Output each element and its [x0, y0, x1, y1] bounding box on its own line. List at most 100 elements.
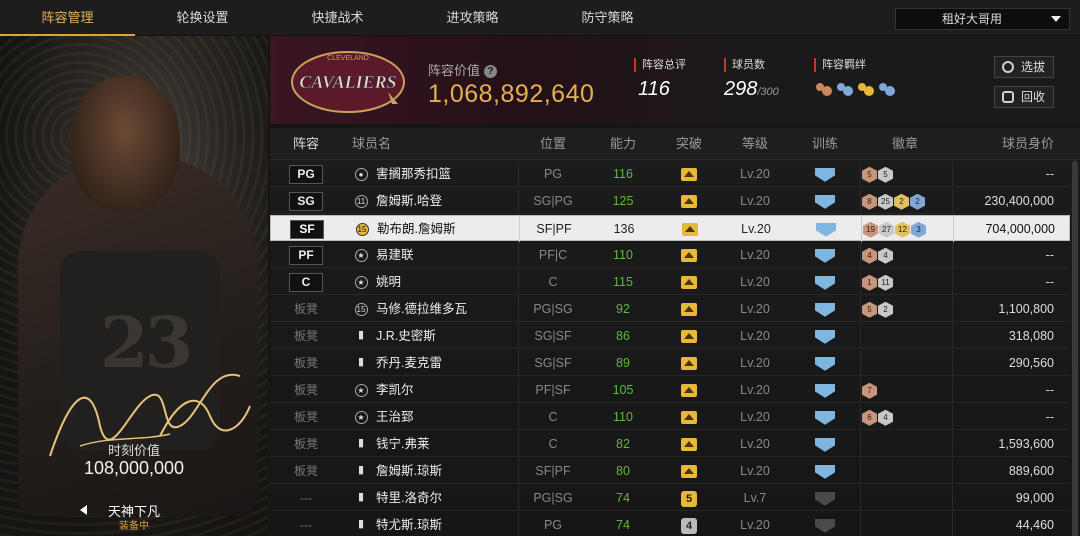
tab-lineup-management[interactable]: 阵容管理 [0, 0, 135, 36]
training-cell[interactable] [790, 296, 860, 322]
slot-cell[interactable]: 板凳 [284, 350, 328, 376]
player-name[interactable]: 詹姆斯.哈登 [376, 188, 516, 214]
training-cell[interactable] [790, 269, 860, 295]
breakthrough-cell[interactable] [657, 216, 723, 242]
training-icon[interactable] [815, 437, 835, 452]
badges-cell[interactable]: 52 [862, 296, 952, 322]
table-row[interactable]: 板凳 ▮ 钱宁.弗莱 C 82 Lv.20 1,593,600 [270, 431, 1070, 457]
badge-icon[interactable]: 7 [862, 382, 877, 399]
badges-cell[interactable]: 19 27 12 3 [863, 216, 953, 242]
badges-cell[interactable] [862, 323, 952, 349]
table-row[interactable]: 板凳 ▮ 乔丹.麦克雷 SG|SF 89 Lv.20 290,560 [270, 350, 1070, 376]
badge-icon[interactable]: 4 [878, 247, 893, 264]
badges-cell[interactable]: 44 [862, 242, 952, 268]
player-name[interactable]: 李凯尔 [376, 377, 516, 403]
badge-icon[interactable]: 2 [878, 301, 893, 318]
training-icon[interactable] [815, 275, 835, 290]
player-name[interactable]: 易建联 [376, 242, 516, 268]
badges-cell[interactable]: 1 11 [862, 269, 952, 295]
header-ability[interactable]: 能力 [590, 128, 656, 160]
badges-cell[interactable]: 55 [862, 161, 952, 187]
table-row[interactable]: PF ★ 易建联 PF|C 110 Lv.20 44 -- [270, 242, 1070, 268]
lineup-select-dropdown[interactable]: 租好大哥用 [895, 8, 1070, 30]
breakthrough-cell[interactable] [656, 431, 722, 457]
badge-icon[interactable]: 2 [910, 193, 925, 210]
player-name[interactable]: 钱宁.弗莱 [376, 431, 516, 457]
training-icon[interactable] [816, 222, 836, 237]
badges-cell[interactable] [862, 350, 952, 376]
table-row[interactable]: SG 11 詹姆斯.哈登 SG|PG 125 Lv.20 8 25 2 2 230,4… [270, 188, 1070, 214]
slot-cell[interactable]: 板凳 [284, 431, 328, 457]
badge-icon[interactable]: 27 [879, 221, 894, 238]
header-breakthrough[interactable]: 突破 [656, 128, 722, 160]
recycle-button[interactable]: 回收 [994, 86, 1054, 108]
header-slot[interactable]: 阵容 [284, 128, 328, 160]
table-row[interactable]: 板凳 ▮ 詹姆斯.琼斯 SF|PF 80 Lv.20 889,600 [270, 458, 1070, 484]
training-cell[interactable] [790, 512, 860, 536]
player-name[interactable]: 詹姆斯.琼斯 [376, 458, 516, 484]
training-icon[interactable] [815, 356, 835, 371]
bond-icon-2[interactable] [835, 80, 854, 99]
player-name[interactable]: 勒布朗.詹姆斯 [377, 216, 517, 242]
bond-icon-4[interactable] [877, 80, 896, 99]
breakthrough-cell[interactable] [656, 161, 722, 187]
tab-quick-tactics[interactable]: 快捷战术 [270, 0, 405, 36]
header-training[interactable]: 训练 [790, 128, 860, 160]
tab-rotation-settings[interactable]: 轮换设置 [135, 0, 270, 36]
slot-cell[interactable]: --- [284, 485, 328, 511]
table-row[interactable]: 板凳 15 马修.德拉维多瓦 PG|SG 92 Lv.20 52 1,100,8… [270, 296, 1070, 322]
badges-cell[interactable]: 8 25 2 2 [862, 188, 952, 214]
training-cell[interactable] [790, 404, 860, 430]
badge-icon[interactable]: 8 [862, 193, 877, 210]
header-player-name[interactable]: 球员名 [352, 128, 452, 160]
player-name[interactable]: 姚明 [376, 269, 516, 295]
training-cell[interactable] [790, 161, 860, 187]
table-row[interactable]: C ★ 姚明 C 115 Lv.20 1 11 -- [270, 269, 1070, 295]
table-row[interactable]: 板凳 ★ 王治郅 C 110 Lv.20 64 -- [270, 404, 1070, 430]
badges-cell[interactable] [862, 458, 952, 484]
badge-icon[interactable]: 12 [895, 221, 910, 238]
training-icon[interactable] [815, 491, 835, 506]
breakthrough-cell[interactable]: 4 [656, 512, 722, 536]
table-row[interactable]: PG ● 害搁那秀扣篮 PG 116 Lv.20 55 -- [270, 161, 1070, 187]
training-cell[interactable] [790, 431, 860, 457]
training-cell[interactable] [790, 323, 860, 349]
breakthrough-cell[interactable] [656, 242, 722, 268]
slot-cell[interactable]: 板凳 [284, 458, 328, 484]
player-card-art[interactable]: 23 时刻价值 108,000,000 天神下凡 装备中 [0, 36, 268, 536]
training-cell[interactable] [791, 216, 861, 242]
training-icon[interactable] [815, 518, 835, 533]
breakthrough-cell[interactable] [656, 188, 722, 214]
slot-cell[interactable]: PG [284, 161, 328, 187]
breakthrough-cell[interactable] [656, 323, 722, 349]
badge-icon[interactable]: 5 [878, 166, 893, 183]
training-cell[interactable] [790, 377, 860, 403]
player-name[interactable]: 马修.德拉维多瓦 [376, 296, 516, 322]
scrollbar[interactable] [1072, 161, 1078, 536]
breakthrough-cell[interactable] [656, 350, 722, 376]
badge-icon[interactable]: 6 [862, 409, 877, 426]
breakthrough-cell[interactable] [656, 296, 722, 322]
badges-cell[interactable] [862, 512, 952, 536]
slot-cell[interactable]: SF [285, 216, 329, 242]
badge-icon[interactable]: 5 [862, 301, 877, 318]
slot-cell[interactable]: 板凳 [284, 296, 328, 322]
breakthrough-cell[interactable] [656, 404, 722, 430]
header-player-value[interactable]: 球员身价 [954, 128, 1054, 160]
badge-icon[interactable]: 4 [862, 247, 877, 264]
scrollbar-thumb[interactable] [1072, 161, 1078, 536]
training-icon[interactable] [815, 167, 835, 182]
help-icon[interactable]: ? [484, 65, 498, 78]
slot-cell[interactable]: 板凳 [284, 323, 328, 349]
tab-defense-strategy[interactable]: 防守策略 [540, 0, 675, 36]
training-icon[interactable] [815, 194, 835, 209]
badges-cell[interactable]: 7 [862, 377, 952, 403]
select-button[interactable]: 选拔 [994, 56, 1054, 78]
badge-icon[interactable]: 1 [862, 274, 877, 291]
slot-cell[interactable]: C [284, 269, 328, 295]
training-icon[interactable] [815, 383, 835, 398]
bond-icons[interactable] [814, 80, 896, 99]
breakthrough-cell[interactable] [656, 458, 722, 484]
tab-offense-strategy[interactable]: 进攻策略 [405, 0, 540, 36]
training-icon[interactable] [815, 248, 835, 263]
